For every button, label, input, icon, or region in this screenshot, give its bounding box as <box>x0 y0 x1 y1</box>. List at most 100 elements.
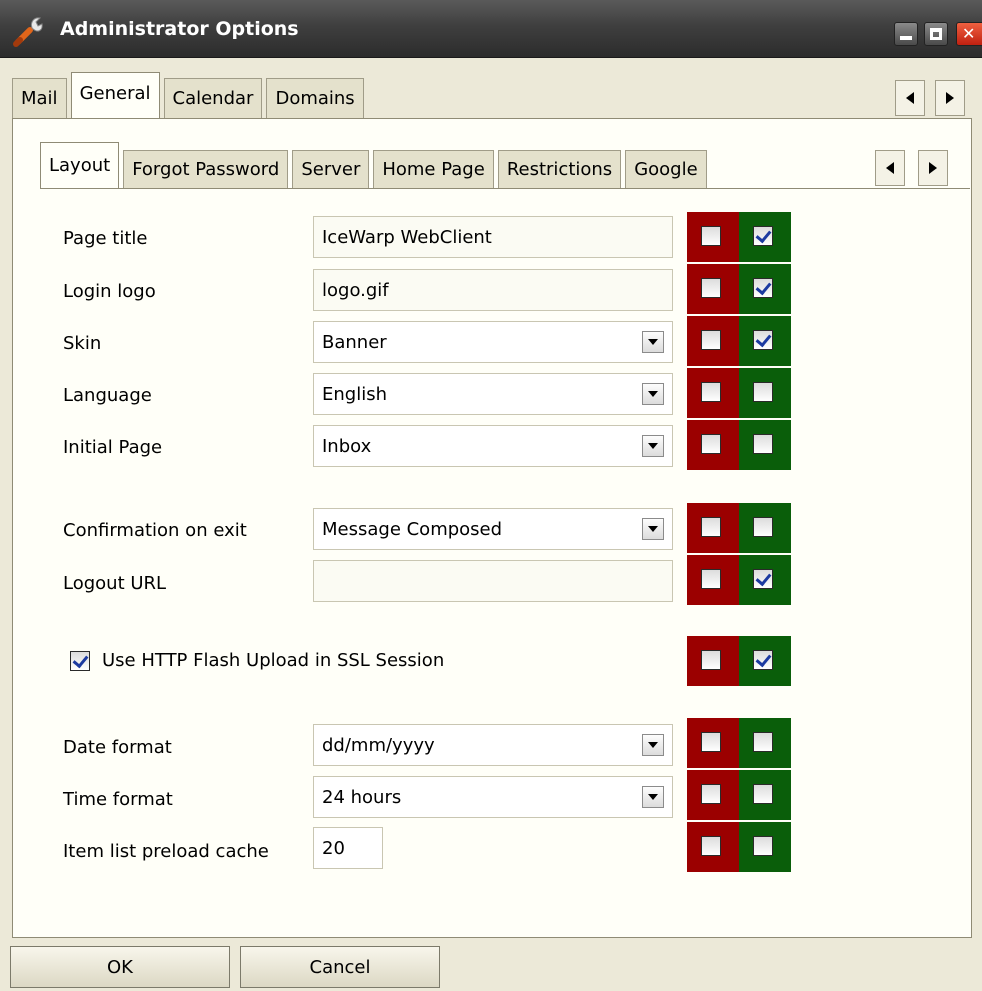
language-select[interactable]: English <box>313 373 673 415</box>
allow-flag <box>739 555 791 605</box>
tab-restrictions[interactable]: Restrictions <box>497 150 622 188</box>
ok-button[interactable]: OK <box>10 946 230 988</box>
confirmation-on-exit-flags <box>687 503 791 553</box>
confirmation-on-exit-deny-checkbox[interactable] <box>701 517 721 537</box>
skin-flags <box>687 316 791 366</box>
tab-forgot-password[interactable]: Forgot Password <box>123 150 289 188</box>
allow-flag <box>739 636 791 686</box>
tab-calendar[interactable]: Calendar <box>163 78 263 118</box>
login-logo-allow-checkbox[interactable] <box>753 278 773 298</box>
minimize-button[interactable] <box>894 22 918 46</box>
date-format-label: Date format <box>63 737 172 758</box>
tab-domains[interactable]: Domains <box>266 78 364 118</box>
date-format-select[interactable]: dd/mm/yyyy <box>313 724 673 766</box>
preload-cache-input[interactable]: 20 <box>313 827 383 869</box>
logout-url-deny-checkbox[interactable] <box>701 569 721 589</box>
logout-url-label: Logout URL <box>63 573 167 594</box>
tab-server[interactable]: Server <box>292 150 370 188</box>
preload-cache-deny-checkbox[interactable] <box>701 836 721 856</box>
preload-cache-allow-checkbox[interactable] <box>753 836 773 856</box>
logout-url-input[interactable] <box>313 560 673 602</box>
right-arrow-icon <box>946 92 954 104</box>
login-logo-flags <box>687 264 791 314</box>
deny-flag <box>687 822 739 872</box>
initial-page-select[interactable]: Inbox <box>313 425 673 467</box>
inner-tab-scroll-left-button[interactable] <box>875 150 905 186</box>
flash-upload-deny-checkbox[interactable] <box>701 650 721 670</box>
initial-page-select-value: Inbox <box>322 435 372 457</box>
window-title: Administrator Options <box>60 18 299 40</box>
tab-general[interactable]: General <box>70 72 160 118</box>
page-title-label: Page title <box>63 228 148 249</box>
login-logo-input[interactable]: logo.gif <box>313 269 673 311</box>
outer-tab-scroll-right-button[interactable] <box>935 80 965 116</box>
skin-deny-checkbox[interactable] <box>701 330 721 350</box>
confirmation-on-exit-select[interactable]: Message Composed <box>313 508 673 550</box>
flash-upload-allow-checkbox[interactable] <box>753 650 773 670</box>
left-arrow-icon <box>906 92 914 104</box>
language-label: Language <box>63 385 152 406</box>
allow-flag <box>739 770 791 820</box>
language-select-value: English <box>322 383 387 405</box>
close-button[interactable]: ✕ <box>956 22 982 46</box>
maximize-button[interactable] <box>924 22 948 46</box>
right-arrow-icon <box>929 162 937 174</box>
deny-flag <box>687 368 739 418</box>
deny-flag <box>687 555 739 605</box>
time-format-label: Time format <box>63 789 173 810</box>
chevron-down-icon[interactable] <box>642 786 664 808</box>
page-title-input[interactable]: IceWarp WebClient <box>313 216 673 258</box>
date-format-allow-checkbox[interactable] <box>753 732 773 752</box>
time-format-select[interactable]: 24 hours <box>313 776 673 818</box>
tab-mail[interactable]: Mail <box>12 78 67 118</box>
initial-page-deny-checkbox[interactable] <box>701 434 721 454</box>
time-format-deny-checkbox[interactable] <box>701 784 721 804</box>
skin-select[interactable]: Banner <box>313 321 673 363</box>
language-flags <box>687 368 791 418</box>
date-format-flags <box>687 718 791 768</box>
page-title-deny-checkbox[interactable] <box>701 226 721 246</box>
chevron-down-icon[interactable] <box>642 383 664 405</box>
time-format-allow-checkbox[interactable] <box>753 784 773 804</box>
cancel-button[interactable]: Cancel <box>240 946 440 988</box>
deny-flag <box>687 718 739 768</box>
allow-flag <box>739 316 791 366</box>
chevron-down-icon[interactable] <box>642 518 664 540</box>
flash-upload-checkbox[interactable] <box>70 651 90 671</box>
logout-url-flags <box>687 555 791 605</box>
flash-upload-flags <box>687 636 791 686</box>
inner-tab-scroll-right-button[interactable] <box>918 150 948 186</box>
deny-flag <box>687 212 739 262</box>
close-icon: ✕ <box>962 24 976 43</box>
chevron-down-icon[interactable] <box>642 331 664 353</box>
initial-page-allow-checkbox[interactable] <box>753 434 773 454</box>
language-allow-checkbox[interactable] <box>753 382 773 402</box>
initial-page-flags <box>687 420 791 470</box>
login-logo-label: Login logo <box>63 281 156 302</box>
outer-tab-bar: Mail General Calendar Domains <box>12 72 368 118</box>
tab-layout[interactable]: Layout <box>40 142 120 188</box>
skin-label: Skin <box>63 333 102 354</box>
date-format-deny-checkbox[interactable] <box>701 732 721 752</box>
page-title-allow-checkbox[interactable] <box>753 226 773 246</box>
confirmation-on-exit-label: Confirmation on exit <box>63 520 247 541</box>
outer-tab-scroll-left-button[interactable] <box>895 80 925 116</box>
chevron-down-icon[interactable] <box>642 734 664 756</box>
deny-flag <box>687 264 739 314</box>
chevron-down-icon[interactable] <box>642 435 664 457</box>
language-deny-checkbox[interactable] <box>701 382 721 402</box>
confirmation-on-exit-allow-checkbox[interactable] <box>753 517 773 537</box>
time-format-flags <box>687 770 791 820</box>
tab-google[interactable]: Google <box>625 150 707 188</box>
skin-allow-checkbox[interactable] <box>753 330 773 350</box>
deny-flag <box>687 420 739 470</box>
deny-flag <box>687 770 739 820</box>
logout-url-allow-checkbox[interactable] <box>753 569 773 589</box>
allow-flag <box>739 212 791 262</box>
maximize-icon <box>930 28 942 40</box>
flash-upload-label[interactable]: Use HTTP Flash Upload in SSL Session <box>102 650 444 671</box>
deny-flag <box>687 316 739 366</box>
tab-home-page[interactable]: Home Page <box>373 150 494 188</box>
deny-flag <box>687 636 739 686</box>
login-logo-deny-checkbox[interactable] <box>701 278 721 298</box>
